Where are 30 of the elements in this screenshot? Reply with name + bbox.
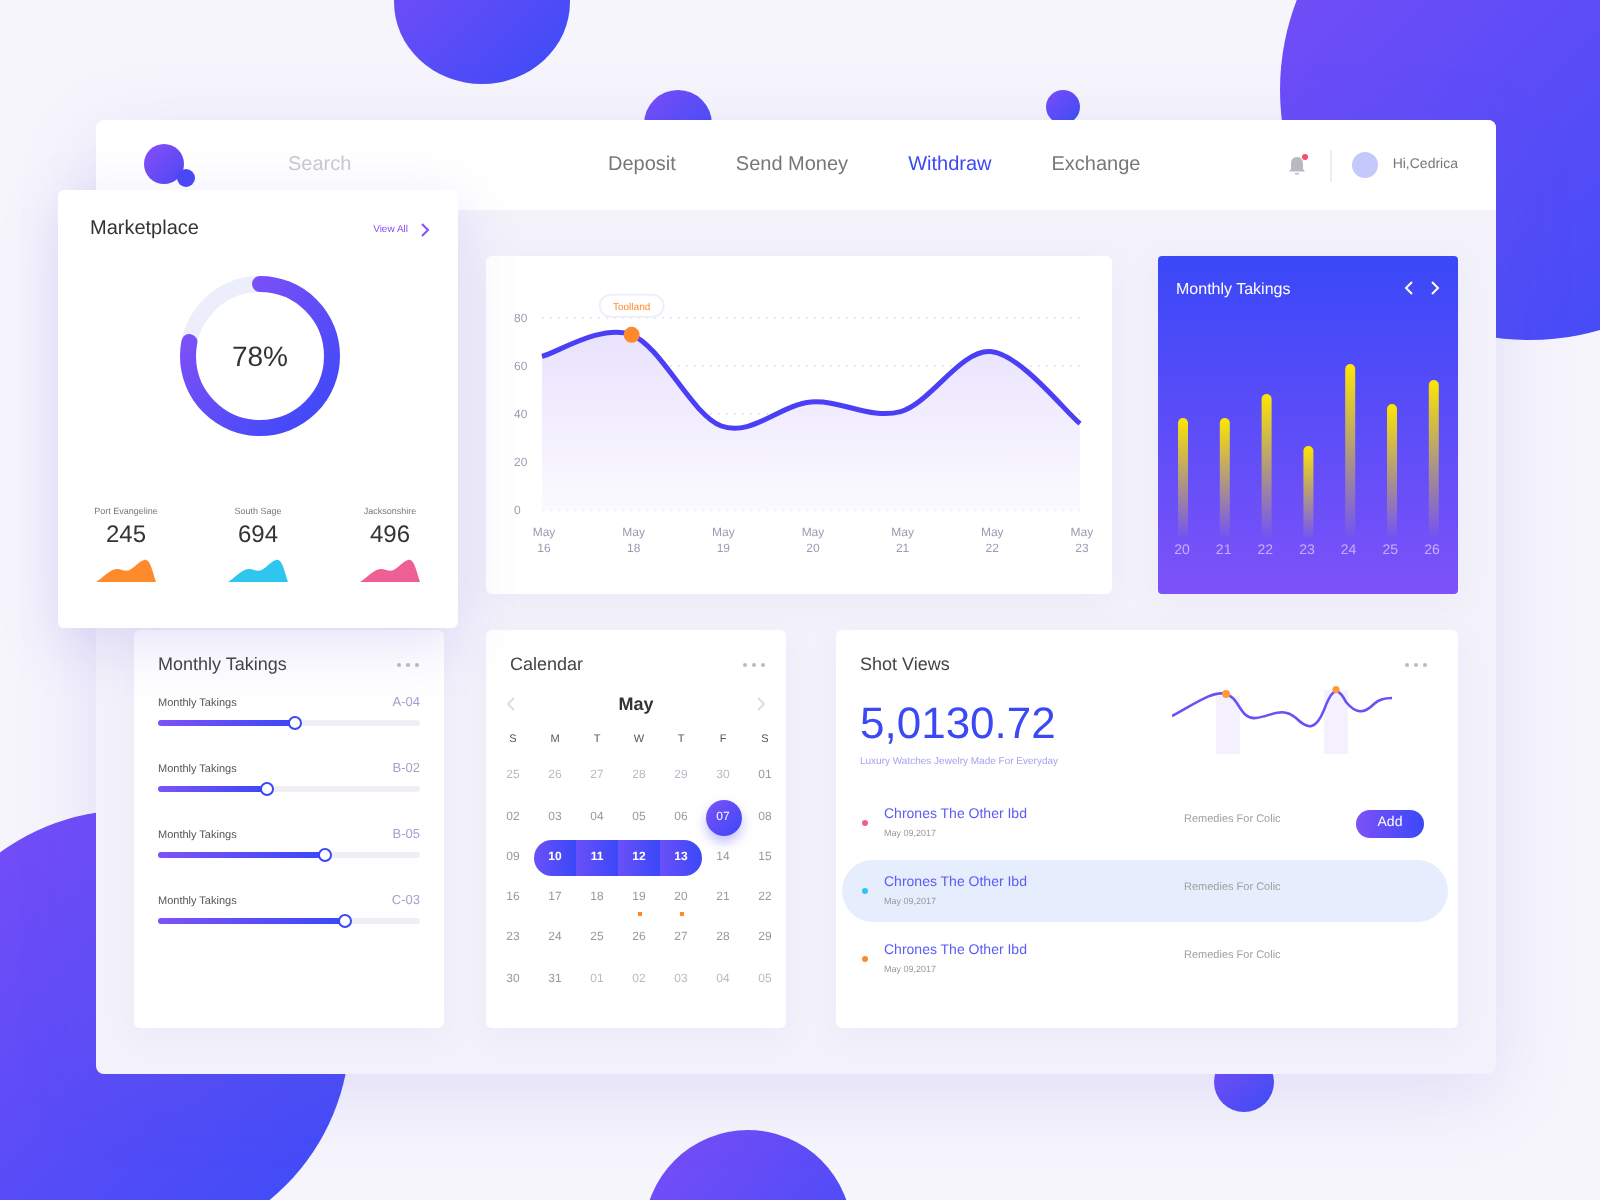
card-title: Monthly Takings (158, 654, 287, 674)
percent-reading: 78% (231, 340, 289, 372)
slider-thumb[interactable] (260, 781, 275, 795)
area-sparkline (96, 554, 156, 582)
slider-thumb[interactable] (288, 715, 303, 729)
card-title: Marketplace (90, 218, 199, 240)
nav-tab[interactable]: Withdraw (908, 154, 992, 176)
slider[interactable] (158, 852, 420, 858)
nav-tab[interactable]: Exchange (1051, 154, 1141, 176)
chevron-icon[interactable] (420, 221, 430, 237)
slider[interactable] (158, 918, 420, 924)
logo-icon (144, 143, 196, 187)
nav-tab[interactable]: Deposit (608, 154, 676, 176)
slider-thumb[interactable] (317, 847, 332, 861)
area-sparkline (228, 554, 288, 582)
stat-value: 245 (105, 520, 147, 548)
slider[interactable] (158, 720, 420, 726)
stat-value: 694 (237, 520, 279, 548)
nav-tab[interactable]: Send Money (735, 154, 849, 176)
card-title: Shot Views (860, 654, 950, 674)
panel-title: Monthly Takings (1176, 279, 1291, 297)
stat-value: 496 (369, 520, 411, 548)
card-title: Calendar (510, 654, 584, 674)
slider[interactable] (158, 786, 420, 792)
notification-icon[interactable] (1288, 155, 1307, 175)
area-sparkline (360, 554, 420, 582)
month-label: May (618, 694, 654, 714)
highlight-dot (623, 326, 640, 343)
total-value: 5,0130.72 (860, 698, 1058, 750)
slider-thumb[interactable] (338, 913, 353, 927)
